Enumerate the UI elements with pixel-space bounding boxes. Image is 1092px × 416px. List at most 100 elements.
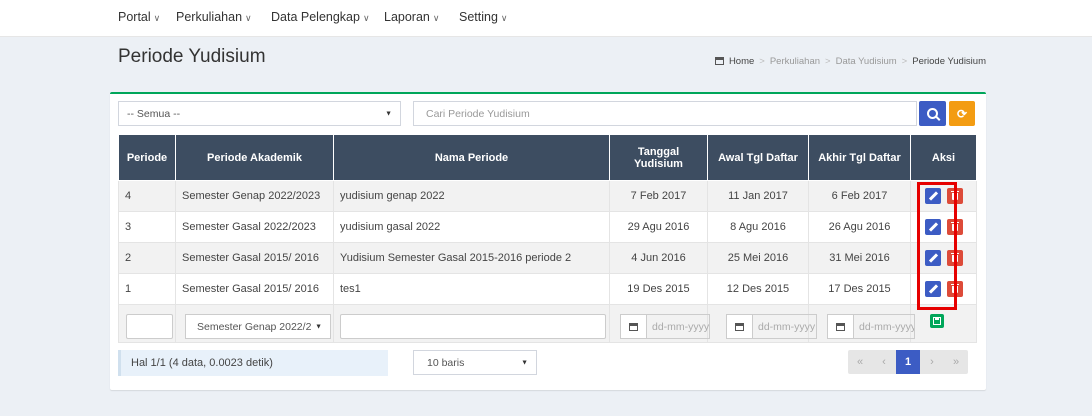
trash-icon bbox=[950, 222, 959, 231]
search-placeholder: Cari Periode Yudisium bbox=[426, 107, 530, 120]
breadcrumb-separator: > bbox=[759, 56, 765, 67]
table-row: 1 Semester Gasal 2015/ 2016 tes1 19 Des … bbox=[118, 273, 977, 305]
edit-button[interactable] bbox=[924, 250, 941, 266]
nav-portal[interactable]: Portal ∨ bbox=[118, 10, 160, 24]
cell-aksi bbox=[910, 273, 977, 305]
pencil-icon bbox=[928, 191, 938, 201]
breadcrumb-current: Periode Yudisium bbox=[912, 56, 986, 67]
table-header-row: Periode Periode Akademik Nama Periode Ta… bbox=[118, 134, 977, 181]
trash-icon bbox=[950, 284, 959, 293]
new-periode-input[interactable] bbox=[126, 314, 173, 339]
cell-nama: yudisium genap 2022 bbox=[333, 180, 610, 212]
chevron-down-icon: ∨ bbox=[153, 13, 161, 23]
pencil-icon bbox=[928, 253, 938, 263]
table-row: 3 Semester Gasal 2022/2023 yudisium gasa… bbox=[118, 211, 977, 243]
date-placeholder: dd-mm-yyyy bbox=[647, 314, 710, 339]
page-prev-button[interactable]: ‹ bbox=[872, 350, 896, 374]
pagination-info-text: Hal 1/1 (4 data, 0.0023 detik) bbox=[131, 357, 273, 369]
search-button[interactable] bbox=[919, 101, 946, 126]
delete-button[interactable] bbox=[946, 188, 963, 204]
nav-data-pelengkap-label: Data Pelengkap bbox=[271, 10, 360, 24]
breadcrumb-perkuliahan[interactable]: Perkuliahan bbox=[770, 56, 820, 67]
page-current[interactable]: 1 bbox=[896, 350, 920, 374]
caret-down-icon: ▼ bbox=[385, 110, 392, 117]
nav-perkuliahan-label: Perkuliahan bbox=[176, 10, 243, 24]
refresh-icon: ⟳ bbox=[956, 106, 968, 121]
col-header-akademik[interactable]: Periode Akademik bbox=[175, 134, 334, 181]
cell-akhir: 17 Des 2015 bbox=[808, 273, 911, 305]
chevron-down-icon: ∨ bbox=[245, 13, 252, 23]
chevron-down-icon: ∨ bbox=[432, 13, 440, 23]
search-icon bbox=[927, 108, 938, 119]
edit-button[interactable] bbox=[924, 219, 941, 235]
cell-periode: 1 bbox=[118, 273, 176, 305]
cell-tanggal: 29 Agu 2016 bbox=[609, 211, 708, 243]
cell-nama: yudisium gasal 2022 bbox=[333, 211, 610, 243]
delete-button[interactable] bbox=[946, 219, 963, 235]
new-nama-input[interactable] bbox=[340, 314, 606, 339]
caret-down-icon: ▼ bbox=[315, 323, 322, 330]
cell-tanggal: 7 Feb 2017 bbox=[609, 180, 708, 212]
page-last-button[interactable]: » bbox=[944, 350, 968, 374]
cell-awal: 11 Jan 2017 bbox=[707, 180, 809, 212]
breadcrumb-data-yudisium[interactable]: Data Yudisium bbox=[836, 56, 897, 67]
edit-button[interactable] bbox=[924, 281, 941, 297]
cell-akhir: 6 Feb 2017 bbox=[808, 180, 911, 212]
page-title: Periode Yudisium bbox=[118, 46, 266, 67]
col-header-akhir[interactable]: Akhir Tgl Daftar bbox=[808, 134, 911, 181]
cell-periode: 2 bbox=[118, 242, 176, 274]
nav-laporan[interactable]: Laporan ∨ bbox=[384, 10, 439, 24]
pagination: « ‹ 1 › » bbox=[848, 350, 968, 374]
date-placeholder: dd-mm-yyyy bbox=[854, 314, 915, 339]
cell-periode: 3 bbox=[118, 211, 176, 243]
cell-tanggal: 19 Des 2015 bbox=[609, 273, 708, 305]
cell-akademik: Semester Gasal 2015/ 2016 bbox=[175, 242, 334, 274]
nav-perkuliahan[interactable]: Perkuliahan ∨ bbox=[176, 10, 252, 24]
trash-icon bbox=[950, 253, 959, 262]
page-size-value: 10 baris bbox=[427, 356, 465, 369]
col-header-tanggal[interactable]: Tanggal Yudisium bbox=[609, 134, 708, 181]
new-awal-date[interactable]: dd-mm-yyyy bbox=[726, 314, 817, 339]
cell-awal: 25 Mei 2016 bbox=[707, 242, 809, 274]
search-input[interactable]: Cari Periode Yudisium bbox=[413, 101, 917, 126]
save-button[interactable] bbox=[930, 314, 944, 328]
calendar-icon bbox=[726, 314, 753, 339]
page-size-select[interactable]: 10 baris ▼ bbox=[413, 350, 537, 375]
chevron-down-icon: ∨ bbox=[362, 13, 370, 23]
new-akademik-select[interactable]: Semester Genap 2022/2 ▼ bbox=[185, 314, 331, 339]
new-akademik-value: Semester Genap 2022/2 bbox=[197, 320, 312, 333]
table-row: 2 Semester Gasal 2015/ 2016 Yudisium Sem… bbox=[118, 242, 977, 274]
new-akhir-date[interactable]: dd-mm-yyyy bbox=[827, 314, 915, 339]
top-navbar: Portal ∨ Perkuliahan ∨ Data Pelengkap ∨ Lap… bbox=[0, 0, 1092, 37]
breadcrumb-home[interactable]: Home bbox=[729, 56, 754, 67]
cell-aksi bbox=[910, 180, 977, 212]
edit-button[interactable] bbox=[924, 188, 941, 204]
pencil-icon bbox=[928, 222, 938, 232]
cell-tanggal: 4 Jun 2016 bbox=[609, 242, 708, 274]
cell-akhir: 31 Mei 2016 bbox=[808, 242, 911, 274]
save-icon bbox=[933, 317, 941, 325]
cell-awal: 8 Agu 2016 bbox=[707, 211, 809, 243]
yudisium-table: Periode Periode Akademik Nama Periode Ta… bbox=[118, 134, 977, 343]
delete-button[interactable] bbox=[946, 250, 963, 266]
cell-nama: tes1 bbox=[333, 273, 610, 305]
nav-setting[interactable]: Setting ∨ bbox=[459, 10, 508, 24]
pagination-info: Hal 1/1 (4 data, 0.0023 detik) bbox=[118, 350, 388, 376]
nav-setting-label: Setting bbox=[459, 10, 498, 24]
delete-button[interactable] bbox=[946, 281, 963, 297]
cell-akademik: Semester Genap 2022/2023 bbox=[175, 180, 334, 212]
cell-akademik: Semester Gasal 2022/2023 bbox=[175, 211, 334, 243]
breadcrumb: Home > Perkuliahan > Data Yudisium > Periode Y… bbox=[714, 56, 986, 67]
new-tanggal-date[interactable]: dd-mm-yyyy bbox=[620, 314, 710, 339]
refresh-button[interactable]: ⟳ bbox=[949, 101, 975, 126]
col-header-awal[interactable]: Awal Tgl Daftar bbox=[707, 134, 809, 181]
col-header-periode[interactable]: Periode bbox=[118, 134, 176, 181]
breadcrumb-separator: > bbox=[901, 56, 908, 67]
calendar-icon bbox=[620, 314, 647, 339]
cell-aksi bbox=[910, 211, 977, 243]
page-first-button[interactable]: « bbox=[848, 350, 872, 374]
filter-select[interactable]: -- Semua -- ▼ bbox=[118, 101, 401, 126]
page-next-button[interactable]: › bbox=[920, 350, 944, 374]
col-header-nama[interactable]: Nama Periode bbox=[333, 134, 610, 181]
nav-data-pelengkap[interactable]: Data Pelengkap ∨ bbox=[271, 10, 370, 24]
